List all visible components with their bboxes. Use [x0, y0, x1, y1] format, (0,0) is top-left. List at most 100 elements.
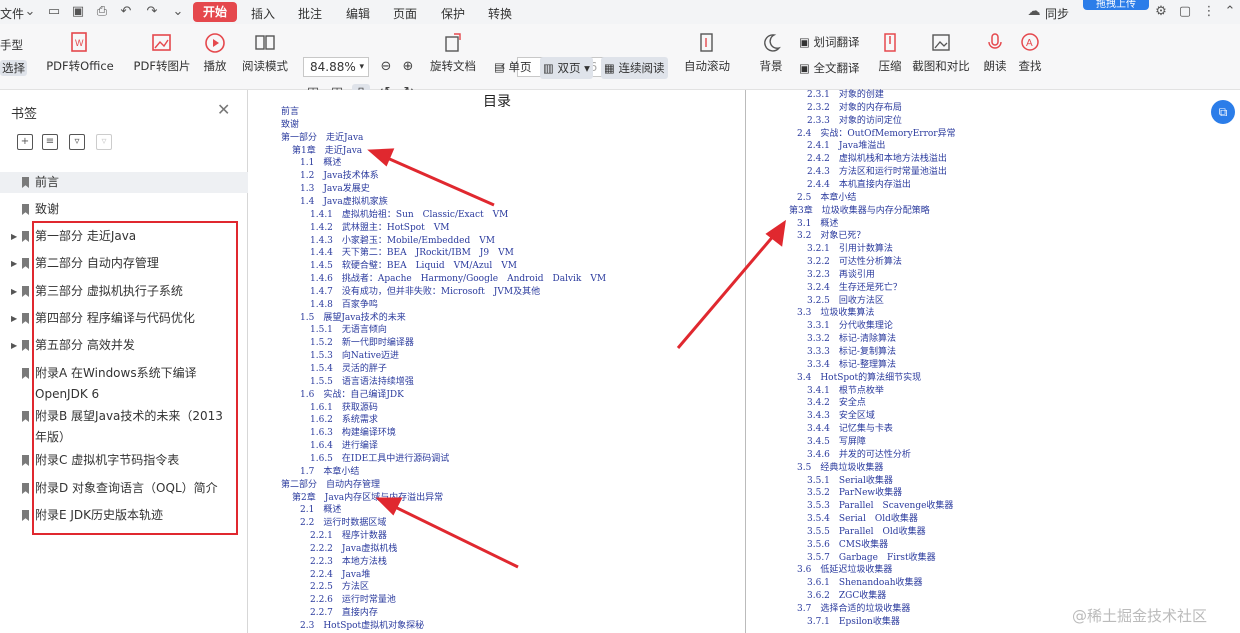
- toc-entry[interactable]: 1.5.2 新一代即时编译器: [310, 338, 414, 349]
- toc-entry[interactable]: 1.6.5 在IDE工具中进行源码调试: [310, 454, 449, 465]
- bookmark-item[interactable]: 附录E JDK历史版本轨迹: [0, 505, 248, 526]
- tab-edit[interactable]: 编辑: [346, 5, 370, 22]
- toc-entry[interactable]: 3.5.1 Serial收集器: [807, 476, 893, 487]
- bookmark-item[interactable]: 前言: [0, 172, 248, 193]
- tab-page[interactable]: 页面: [393, 5, 417, 22]
- toc-entry[interactable]: 1.3 Java发展史: [300, 184, 370, 195]
- floating-tool-button[interactable]: ⧉: [1211, 100, 1235, 124]
- pdf-to-image-button[interactable]: PDF转图片: [133, 24, 191, 74]
- add-bookmark-icon[interactable]: +: [17, 134, 33, 150]
- toc-entry[interactable]: 第3章 垃圾收集器与内存分配策略: [789, 206, 930, 217]
- tab-start[interactable]: 开始: [193, 2, 237, 22]
- toc-entry[interactable]: 3.7 选择合适的垃圾收集器: [797, 604, 910, 615]
- bookmark-item[interactable]: 附录C 虚拟机字节码指令表: [0, 450, 248, 471]
- toc-entry[interactable]: 1.5.5 语言语法持续增强: [310, 377, 414, 388]
- toc-entry[interactable]: 2.2.1 程序计数器: [310, 531, 387, 542]
- toc-entry[interactable]: 3.3.2 标记-清除算法: [807, 334, 896, 345]
- toc-entry[interactable]: 1.2 Java技术体系: [300, 171, 379, 182]
- toc-entry[interactable]: 2.2.4 Java堆: [310, 570, 370, 581]
- tab-protect[interactable]: 保护: [441, 5, 465, 22]
- toc-entry[interactable]: 2.4.2 虚拟机栈和本地方法栈溢出: [807, 154, 947, 165]
- toc-entry[interactable]: 1.7 本章小结: [300, 467, 359, 478]
- play-button[interactable]: 播放: [199, 24, 231, 74]
- toc-entry[interactable]: 1.1 概述: [300, 158, 341, 169]
- zoom-select[interactable]: 84.88% ▾: [303, 57, 369, 77]
- select-mode-button[interactable]: 选择: [0, 60, 27, 76]
- toc-entry[interactable]: 1.4.8 百家争鸣: [310, 300, 378, 311]
- toc-entry[interactable]: 1.4 Java虚拟机家族: [300, 197, 388, 208]
- toc-entry[interactable]: 2.3.2 对象的内存布局: [807, 103, 902, 114]
- tab-convert[interactable]: 转换: [488, 5, 512, 22]
- toc-entry[interactable]: 3.2.4 生存还是死亡？: [807, 283, 902, 294]
- toc-entry[interactable]: 2.4.4 本机直接内存溢出: [807, 180, 911, 191]
- toc-entry[interactable]: 2.2.2 Java虚拟机栈: [310, 544, 397, 555]
- toc-entry[interactable]: 第二部分 自动内存管理: [281, 480, 380, 491]
- toc-entry[interactable]: 1.5.1 无语言倾向: [310, 325, 387, 336]
- toc-entry[interactable]: 2.2.7 直接内存: [310, 608, 378, 619]
- toc-entry[interactable]: 3.4.1 根节点枚举: [807, 386, 884, 397]
- toc-entry[interactable]: 2.4 实战：OutOfMemoryError异常: [797, 129, 956, 140]
- toc-entry[interactable]: 2.3 HotSpot虚拟机对象探秘: [300, 621, 424, 632]
- compress-button[interactable]: 压缩: [876, 24, 904, 74]
- expand-arrow-icon[interactable]: ▶: [11, 335, 17, 356]
- toc-entry[interactable]: 3.2.3 再谈引用: [807, 270, 875, 281]
- toc-entry[interactable]: 1.4.7 没有成功，但并非失败：Microsoft JVM及其他: [310, 287, 540, 298]
- bookmark-item[interactable]: ▶ 第五部分 高效并发: [0, 335, 248, 356]
- chevron-down-icon[interactable]: ⌄: [22, 4, 38, 20]
- toc-entry[interactable]: 2.5 本章小结: [797, 193, 856, 204]
- toc-entry[interactable]: 1.6.3 构建编译环境: [310, 428, 396, 439]
- toc-entry[interactable]: 3.5.4 Serial Old收集器: [807, 514, 918, 525]
- toc-entry[interactable]: 3.4.3 安全区域: [807, 411, 875, 422]
- pdf-to-office-button[interactable]: W PDF转Office: [44, 24, 116, 74]
- menu-file[interactable]: 文件: [0, 5, 24, 22]
- toc-entry[interactable]: 2.2 运行时数据区域: [300, 518, 386, 529]
- toc-entry[interactable]: 1.4.5 软硬合璧：BEA Liquid VM/Azul VM: [310, 261, 517, 272]
- toc-entry[interactable]: 3.4.5 写屏障: [807, 437, 866, 448]
- toc-entry[interactable]: 3.3.1 分代收集理论: [807, 321, 893, 332]
- toc-entry[interactable]: 2.3.1 对象的创建: [807, 90, 884, 101]
- sync-label[interactable]: 同步: [1045, 5, 1069, 22]
- toc-entry[interactable]: 前言: [281, 107, 299, 118]
- full-translate-button[interactable]: ▣ 全文翻译: [799, 60, 867, 76]
- toc-entry[interactable]: 3.4.6 并发的可达性分析: [807, 450, 911, 461]
- collapse-icon[interactable]: ⌃: [1222, 4, 1238, 20]
- toc-entry[interactable]: 3.5.2 ParNew收集器: [807, 488, 902, 499]
- delete-bookmark-icon[interactable]: ▿: [96, 134, 112, 150]
- toc-entry[interactable]: 3.1 概述: [797, 219, 838, 230]
- toc-entry[interactable]: 第1章 走近Java: [292, 146, 362, 157]
- toc-entry[interactable]: 3.2.2 可达性分析算法: [807, 257, 902, 268]
- settings-icon[interactable]: ⚙: [1153, 4, 1169, 20]
- toc-entry[interactable]: 第一部分 走近Java: [281, 133, 363, 144]
- tab-comment[interactable]: 批注: [298, 5, 322, 22]
- toc-entry[interactable]: 致谢: [281, 120, 299, 131]
- toc-entry[interactable]: 3.5 经典垃圾收集器: [797, 463, 883, 474]
- close-icon[interactable]: ✕: [217, 100, 230, 119]
- toc-entry[interactable]: 1.4.3 小家碧玉：Mobile/Embedded VM: [310, 236, 495, 247]
- undo-icon[interactable]: ↶: [118, 4, 134, 20]
- expand-arrow-icon[interactable]: ▶: [11, 253, 17, 274]
- toc-entry[interactable]: 3.6 低延迟垃圾收集器: [797, 565, 892, 576]
- toc-entry[interactable]: 3.3.4 标记-整理算法: [807, 360, 896, 371]
- continuous-read-button[interactable]: ▦ 连续阅读: [601, 57, 668, 79]
- toc-entry[interactable]: 3.2.5 回收方法区: [807, 296, 884, 307]
- double-page-button[interactable]: ▥ 双页 ▾: [540, 57, 593, 79]
- toc-entry[interactable]: 2.3.3 对象的访问定位: [807, 116, 902, 127]
- dropdown-icon[interactable]: ⌄: [170, 4, 186, 20]
- toc-entry[interactable]: 3.3.3 标记-复制算法: [807, 347, 896, 358]
- toc-entry[interactable]: 1.5.3 向Native迈进: [310, 351, 399, 362]
- toc-entry[interactable]: 3.5.6 CMS收集器: [807, 540, 888, 551]
- redo-icon[interactable]: ↷: [144, 4, 160, 20]
- bookmark-icon[interactable]: ▿: [69, 134, 85, 150]
- more-icon[interactable]: ⋮: [1201, 4, 1217, 20]
- read-aloud-button[interactable]: 朗读: [981, 24, 1009, 74]
- zoom-out-icon[interactable]: ⊖: [377, 58, 395, 76]
- toc-entry[interactable]: 1.6.4 进行编译: [310, 441, 378, 452]
- expand-arrow-icon[interactable]: ▶: [11, 281, 17, 302]
- toc-entry[interactable]: 3.4.4 记忆集与卡表: [807, 424, 893, 435]
- toc-entry[interactable]: 1.4.4 天下第二：BEA JRockit/IBM J9 VM: [310, 248, 514, 259]
- toc-entry[interactable]: 2.2.3 本地方法栈: [310, 557, 387, 568]
- bookmark-item[interactable]: 附录D 对象查询语言（OQL）简介: [0, 478, 248, 499]
- toc-entry[interactable]: 2.2.6 运行时常量池: [310, 595, 396, 606]
- upload-button[interactable]: 拖拽上传: [1083, 0, 1149, 10]
- cloud-icon[interactable]: ☁: [1026, 4, 1042, 20]
